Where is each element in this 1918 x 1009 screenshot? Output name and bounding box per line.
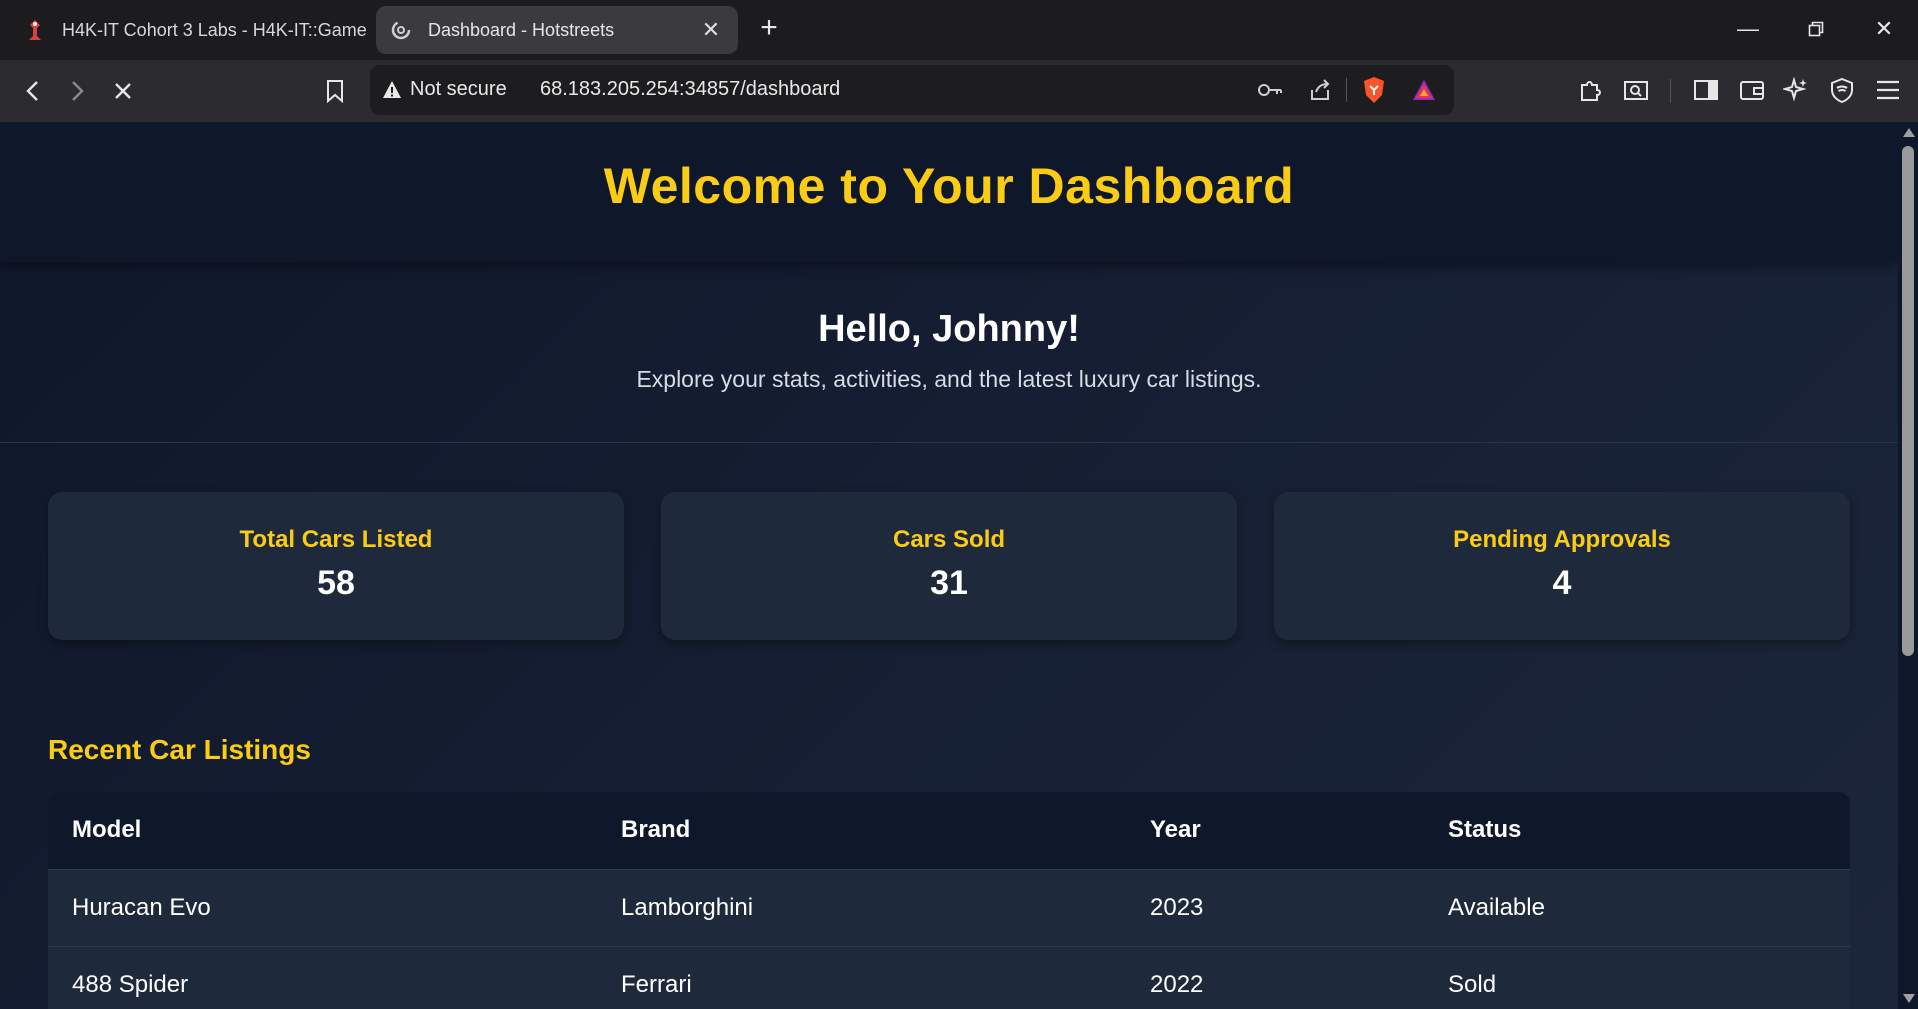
welcome-section: Hello, Johnny! Explore your stats, activ… [0,262,1898,443]
page-header: Welcome to Your Dashboard [0,122,1898,262]
brave-rewards-icon[interactable] [1410,76,1438,104]
forward-button[interactable] [60,74,94,108]
cell-brand: Ferrari [597,945,1126,1009]
wallet-icon[interactable] [1736,74,1768,106]
table-row: 488 Spider Ferrari 2022 Sold [48,945,1850,1009]
table-header-row: Model Brand Year Status [48,792,1850,869]
stat-value: 4 [1552,564,1572,602]
browser-tab-h4k[interactable]: H4K-IT Cohort 3 Labs - H4K-IT::Game [10,6,370,54]
stat-card-pending-approvals: Pending Approvals 4 [1274,492,1850,640]
tab-title: Dashboard - Hotstreets [428,19,615,40]
password-key-icon[interactable] [1256,76,1284,104]
brave-shields-icon[interactable] [1360,76,1388,104]
security-indicator[interactable]: Not secure [382,78,507,101]
cell-model: 488 Spider [48,945,597,1009]
welcome-subtitle: Explore your stats, activities, and the … [636,366,1262,392]
url-host: 68.183.205.254 [540,78,680,100]
scroll-up-arrow-icon[interactable] [1903,128,1915,137]
url-text[interactable]: 68.183.205.254:34857/dashboard [540,78,840,101]
cell-year: 2023 [1126,868,1424,946]
scrollbar-thumb[interactable] [1902,146,1914,656]
column-header-brand: Brand [597,792,1126,869]
stat-card-cars-sold: Cars Sold 31 [661,492,1237,640]
browser-tab-dashboard[interactable]: Dashboard - Hotstreets ✕ [376,6,738,54]
url-path: :34857/dashboard [679,78,841,100]
stat-label: Cars Sold [892,526,1006,553]
cell-status: Sold [1424,945,1850,1009]
loading-spinner-icon [390,19,412,41]
address-bar[interactable]: Not secure 68.183.205.254:34857/dashboar… [370,65,1454,115]
bookmark-icon[interactable] [318,74,352,108]
restore-window-button[interactable] [1796,14,1836,44]
not-secure-label: Not secure [410,78,507,100]
greeting-heading: Hello, Johnny! [818,308,1080,350]
cell-brand: Lamborghini [597,868,1126,946]
browser-toolbar: Not secure 68.183.205.254:34857/dashboar… [0,60,1918,122]
cell-status: Available [1424,868,1850,946]
vertical-scrollbar[interactable] [1898,122,1918,1009]
minimize-window-button[interactable]: — [1728,14,1768,44]
recent-listings-heading: Recent Car Listings [48,734,311,765]
stat-label: Total Cars Listed [239,526,433,553]
warning-icon [383,80,401,98]
column-header-year: Year [1126,792,1424,869]
stat-value: 58 [317,564,355,602]
scroll-down-arrow-icon[interactable] [1903,994,1915,1003]
cell-year: 2022 [1126,945,1424,1009]
menu-hamburger-icon[interactable] [1872,74,1904,106]
close-window-button[interactable]: ✕ [1864,14,1904,44]
table-row: Huracan Evo Lamborghini 2023 Available [48,868,1850,946]
stop-loading-button[interactable] [106,74,140,108]
stat-value: 31 [930,564,968,602]
column-header-model: Model [48,792,597,869]
share-icon[interactable] [1306,76,1334,104]
extensions-puzzle-icon[interactable] [1574,74,1606,106]
page-viewport: Welcome to Your Dashboard Hello, Johnny!… [0,122,1898,1009]
stat-label: Pending Approvals [1453,526,1671,553]
listings-table-container: Model Brand Year Status Huracan Evo Lamb… [48,792,1850,1009]
browser-tab-bar: H4K-IT Cohort 3 Labs - H4K-IT::Game Dash… [0,0,1918,60]
new-tab-button[interactable]: + [754,13,784,44]
stat-card-total-cars: Total Cars Listed 58 [48,492,624,640]
column-header-status: Status [1424,792,1850,869]
vpn-shield-icon[interactable] [1826,74,1858,106]
sidebar-toggle-icon[interactable] [1690,74,1722,106]
tab-close-icon[interactable]: ✕ [698,17,724,43]
leo-ai-icon[interactable] [1780,74,1812,106]
cell-model: Huracan Evo [48,868,597,946]
reader-search-icon[interactable] [1620,74,1652,106]
page-title: Welcome to Your Dashboard [603,158,1295,214]
listings-table: Model Brand Year Status Huracan Evo Lamb… [48,792,1850,1009]
tab-title: H4K-IT Cohort 3 Labs - H4K-IT::Game [62,19,367,40]
h4k-favicon [24,19,46,41]
back-button[interactable] [16,74,50,108]
